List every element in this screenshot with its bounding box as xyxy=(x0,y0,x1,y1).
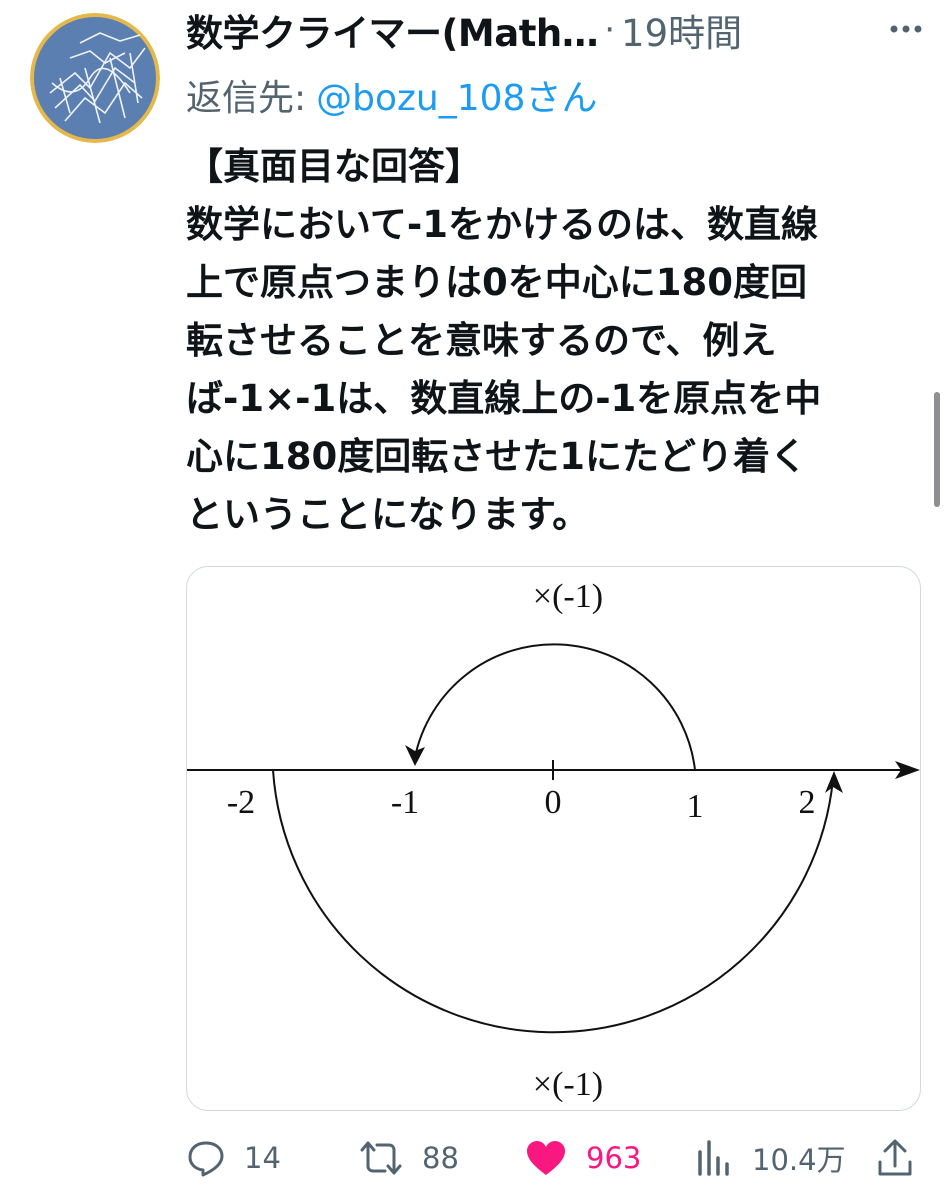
reply-handle-link[interactable]: @bozu_108さん xyxy=(316,69,597,121)
share-button[interactable] xyxy=(876,1130,914,1186)
share-icon xyxy=(878,1139,912,1176)
views-button[interactable]: 10.4万 xyxy=(694,1130,846,1186)
tweet-action-bar: 14 88 963 10.4万 xyxy=(186,1130,926,1186)
tweet-text-line: 心に180度回転させた1にたどり着く xyxy=(186,435,807,478)
reply-icon xyxy=(188,1141,224,1177)
top-rotation-arc xyxy=(414,643,696,771)
like-button[interactable]: 963 xyxy=(524,1130,641,1186)
number-line-diagram: ×(-1) ×(-1) -2 -1 0 1 2 xyxy=(187,578,920,1103)
tweet-text: 【真面目な回答】 数学において-1をかけるのは、数直線 上で原点つまりは0を中心… xyxy=(186,138,926,544)
bottom-arc-arrow-icon xyxy=(825,771,843,793)
retweet-button[interactable]: 88 xyxy=(358,1130,459,1186)
more-options-icon[interactable] xyxy=(876,9,926,49)
like-count: 963 xyxy=(586,1141,642,1175)
retweet-count: 88 xyxy=(422,1141,459,1175)
tweet-header: 数学クライマー(Math… · 19時間 xyxy=(186,5,926,55)
tweet-text-line: 【真面目な回答】 xyxy=(186,145,482,188)
tweet-text-line: 上で原点つまりは0を中心に180度回 xyxy=(186,261,807,304)
tick-label-minus-1: -1 xyxy=(391,784,419,821)
tick-label-0: 0 xyxy=(545,784,562,821)
author-name[interactable]: 数学クライマー(Math… xyxy=(186,3,599,57)
avatar-image xyxy=(30,13,160,143)
views-count: 10.4万 xyxy=(752,1143,846,1177)
reply-count: 14 xyxy=(244,1141,281,1175)
tweet-time[interactable]: 19時間 xyxy=(621,3,742,57)
tick-label-minus-2: -2 xyxy=(227,784,255,821)
scroll-indicator[interactable] xyxy=(934,392,940,507)
tick-label-1: 1 xyxy=(687,788,704,825)
tweet-media-image[interactable]: ×(-1) ×(-1) -2 -1 0 1 2 xyxy=(186,566,921,1111)
reply-prefix: 返信先: xyxy=(186,78,307,119)
tweet-text-line: 数学において-1をかけるのは、数直線 xyxy=(186,203,818,246)
tick-label-2: 2 xyxy=(799,784,816,821)
tweet-text-line: ということになります。 xyxy=(186,493,590,536)
header-separator: · xyxy=(604,10,616,50)
retweet-icon xyxy=(360,1141,402,1175)
heart-icon xyxy=(527,1141,565,1175)
reply-button[interactable]: 14 xyxy=(186,1130,281,1186)
top-arc-arrow-icon xyxy=(405,745,425,766)
tweet-text-line: ば-1×-1は、数直線上の-1を原点を中 xyxy=(186,377,822,420)
reply-context: 返信先: @bozu_108さん xyxy=(186,70,597,120)
top-multiplier-label: ×(-1) xyxy=(533,578,603,615)
bottom-multiplier-label: ×(-1) xyxy=(533,1066,603,1103)
author-avatar[interactable] xyxy=(30,13,160,143)
views-icon xyxy=(698,1140,729,1176)
tweet-text-line: 転させることを意味するので、例え xyxy=(186,319,777,362)
